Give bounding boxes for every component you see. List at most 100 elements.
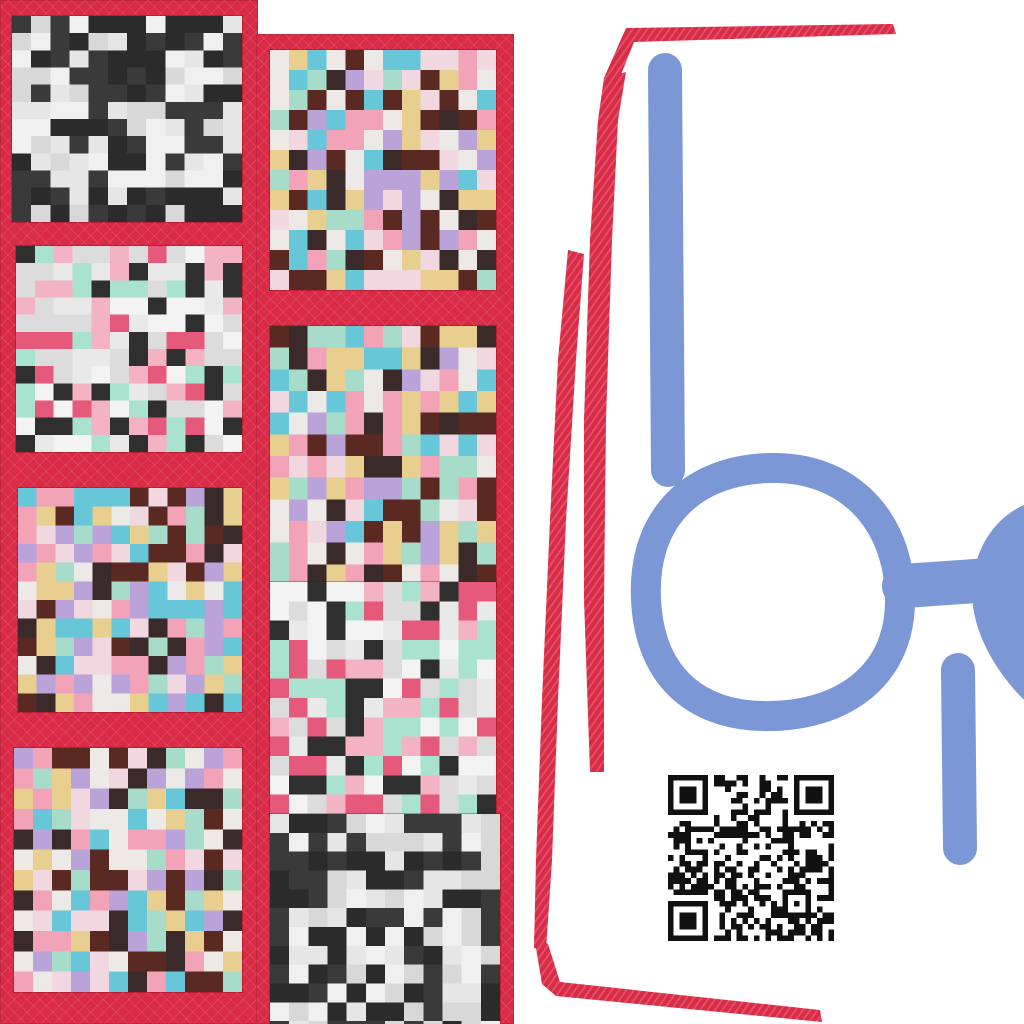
qr-module [696,866,703,873]
qr-module [753,815,760,821]
qr-module [805,860,812,867]
qr-module [811,792,817,798]
qr-module [788,878,794,884]
qr-module [776,883,783,890]
qr-module [679,935,686,941]
qr-module [816,786,823,793]
qr-module [668,929,674,936]
qr-module [690,809,697,816]
qr-module [765,780,772,787]
scene [0,0,1024,1024]
qr-module [685,826,691,833]
qr-module [696,883,703,890]
qr-module [690,872,697,879]
qr-module [725,866,731,873]
qr-module [788,935,794,941]
qr-module [702,900,709,907]
qr-module [685,837,691,844]
qr-module [685,832,691,838]
qr-module [702,860,709,867]
qr-module [753,866,760,873]
qr-module [730,832,737,838]
qr-module [713,878,720,884]
qr-module [759,855,766,861]
qr-module [811,849,817,856]
qr-module [730,895,737,901]
qr-module [776,912,783,919]
qr-module [759,895,766,901]
qr-module [793,872,800,879]
qr-module [748,832,754,838]
qr-module [690,786,697,793]
qr-module [702,929,709,936]
qr-module [702,849,709,856]
qr-module [679,872,686,879]
qr-module [685,820,691,827]
qr-module [816,935,823,941]
qr-module [793,786,800,793]
qr-module [679,860,686,867]
qr-module [673,900,680,907]
qr-module [702,786,709,793]
qr-module [725,900,731,907]
qr-code [668,775,834,941]
qr-module [805,878,812,884]
qr-module [765,809,772,816]
qr-module [753,860,760,867]
qr-module [708,826,714,833]
qr-module [668,775,674,781]
qr-module [793,918,800,924]
qr-module [668,855,674,861]
qr-module [793,878,800,884]
qr-module [736,935,743,941]
qr-module [679,878,686,884]
qr-module [730,780,737,787]
qr-module [685,918,691,924]
qr-module [822,832,829,838]
qr-module [685,912,691,919]
qr-module [719,826,726,833]
qr-module [799,872,806,879]
qr-module [742,837,749,844]
qr-module [679,900,686,907]
qr-module [668,935,674,941]
qr-module [811,786,817,793]
qr-module [771,792,777,798]
qr-module [828,878,834,884]
qr-module [765,826,772,833]
qr-module [816,866,823,873]
qr-module [685,900,691,907]
qr-module [685,889,691,896]
qr-module [782,775,789,781]
qr-module [776,837,783,844]
qr-module [748,815,754,821]
qr-module [753,797,760,804]
qr-module [753,883,760,890]
qr-module [708,837,714,844]
qr-module [765,923,772,930]
qr-module [782,809,789,816]
qr-module [668,912,674,919]
qr-module [805,866,812,873]
qr-module [799,832,806,838]
qr-module [793,775,800,781]
qr-module [690,935,697,941]
qr-module [793,797,800,804]
qr-module [713,866,720,873]
qr-module [776,855,783,861]
qr-module [730,889,737,896]
qr-module [690,883,697,890]
qr-module [805,832,812,838]
qr-module [679,797,686,804]
qr-module [742,832,749,838]
qr-module [673,826,680,833]
qr-module [668,803,674,810]
qr-module [736,775,743,781]
qr-module [702,797,709,804]
qr-module [742,775,749,781]
qr-module [816,797,823,804]
qr-module [685,843,691,850]
qr-module [828,849,834,856]
qr-module [742,912,749,919]
qr-module [679,809,686,816]
